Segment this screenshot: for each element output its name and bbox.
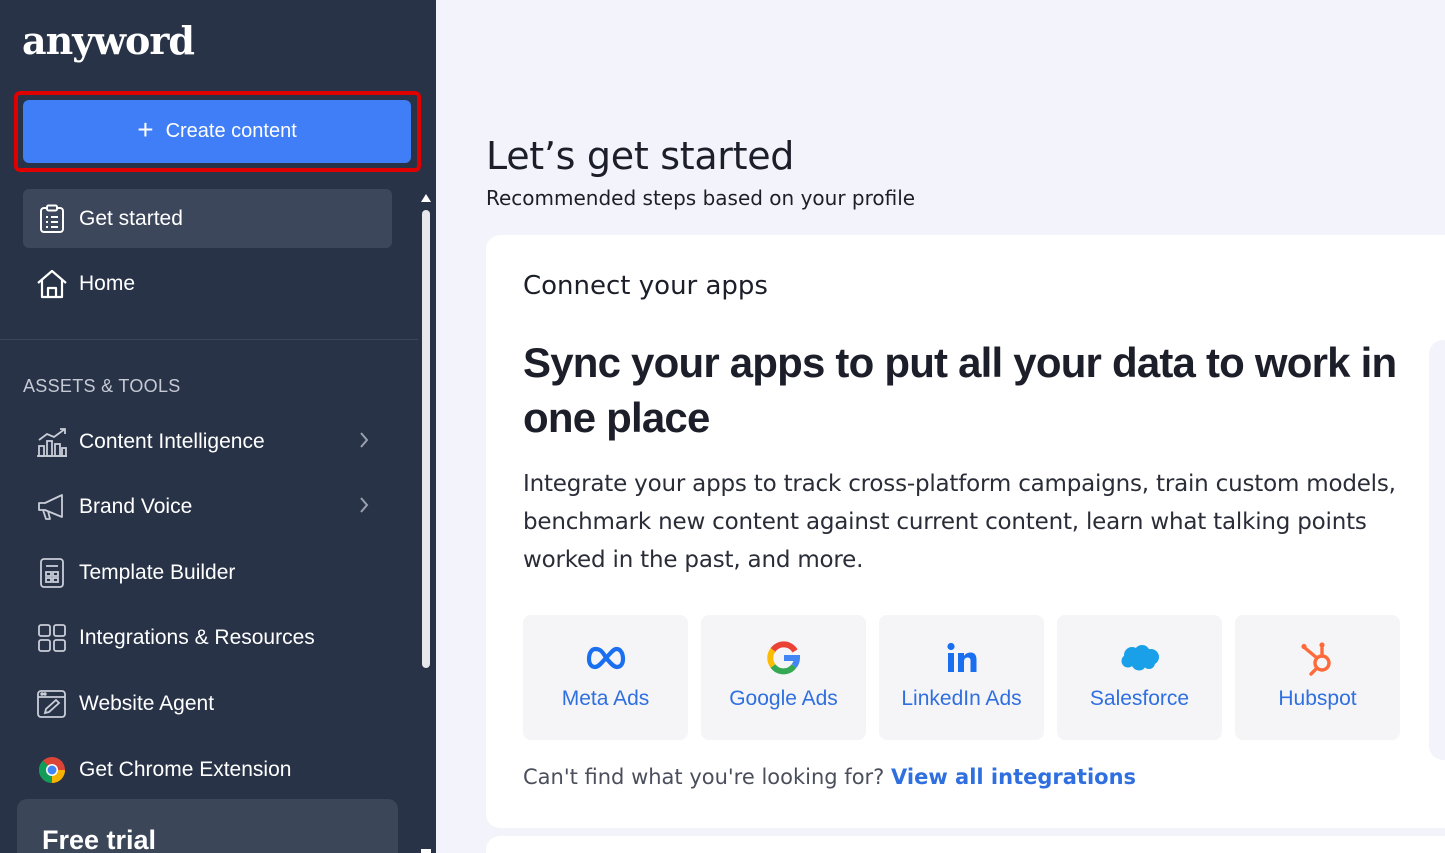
plus-icon: + (137, 114, 154, 145)
sidebar-item-home[interactable]: Home (23, 254, 392, 313)
clipboard-list-icon (35, 202, 69, 236)
app-name: Meta Ads (561, 687, 650, 710)
chrome-icon (35, 753, 69, 787)
sidebar-item-label: Content Intelligence (79, 429, 265, 453)
free-trial-title: Free trial (42, 825, 157, 853)
sidebar-item-website-agent[interactable]: Website Agent (23, 674, 392, 733)
megaphone-icon (35, 490, 69, 524)
sidebar-item-label: Get started (79, 206, 183, 230)
chart-icon (35, 425, 69, 459)
sidebar-divider (0, 339, 418, 340)
sidebar-item-content-intelligence[interactable]: Content Intelligence (23, 412, 392, 471)
sidebar-item-get-started[interactable]: Get started (23, 189, 392, 248)
sidebar-item-label: Home (79, 271, 136, 295)
sidebar-item-label: Get Chrome Extension (79, 757, 292, 781)
sidebar-scrollbar[interactable] (419, 194, 433, 853)
app-linkedin-ads[interactable]: LinkedIn Ads (879, 615, 1044, 740)
app-hubspot[interactable]: Hubspot (1235, 615, 1400, 740)
app-name: Salesforce (1089, 687, 1190, 710)
chevron-right-icon (358, 495, 370, 521)
scroll-thumb[interactable] (422, 210, 430, 668)
template-icon (35, 556, 69, 590)
sidebar-item-label: Integrations & Resources (79, 625, 315, 649)
page-subtitle: Recommended steps based on your profile (486, 186, 916, 210)
app-meta-ads[interactable]: Meta Ads (523, 615, 688, 740)
grid-icon (35, 621, 69, 655)
hubspot-icon (1300, 639, 1336, 677)
card-heading: Sync your apps to put all your data to w… (523, 339, 1397, 441)
sidebar-item-label: Brand Voice (79, 494, 193, 518)
sidebar-item-label: Website Agent (79, 691, 215, 715)
view-all-integrations-link[interactable]: View all integrations (891, 765, 1136, 789)
sidebar-item-brand-voice[interactable]: Brand Voice (23, 477, 392, 536)
home-icon (35, 267, 69, 301)
google-icon (766, 639, 801, 677)
scroll-up-arrow[interactable] (421, 194, 431, 202)
anyword-logo[interactable]: anyword (22, 18, 195, 63)
card-description: Integrate your apps to track cross-platf… (523, 471, 1396, 573)
section-label-assets-tools: ASSETS & TOOLS (23, 376, 181, 396)
app-google-ads[interactable]: Google Ads (701, 615, 866, 740)
integrations-footer: Can't find what you're looking for? View… (523, 765, 1136, 789)
sidebar-item-template-builder[interactable]: Template Builder (23, 543, 392, 602)
cant-find-text: Can't find what you're looking for? (523, 765, 885, 789)
chevron-right-icon (358, 430, 370, 456)
page-title: Let’s get started (486, 134, 795, 178)
free-trial-card: Free trial (17, 799, 398, 853)
linkedin-icon (946, 639, 978, 677)
browser-edit-icon (35, 687, 69, 721)
sidebar-item-integrations-resources[interactable]: Integrations & Resources (23, 608, 392, 667)
card-kicker: Connect your apps (523, 271, 768, 301)
app-name: Hubspot (1278, 687, 1357, 710)
app-integrations-list: Meta Ads Google Ads LinkedIn Ads Salesfo… (523, 615, 1400, 740)
create-content-button[interactable]: + Create content (23, 100, 411, 163)
create-content-label: Create content (165, 120, 297, 142)
connect-apps-card: Connect your apps Sync your apps to put … (486, 235, 1445, 828)
app-salesforce[interactable]: Salesforce (1057, 615, 1222, 740)
sidebar: anyword + Create content Get started Hom… (0, 0, 436, 853)
next-card-peek (1429, 340, 1445, 760)
meta-icon (586, 639, 626, 677)
scroll-down-arrow[interactable] (421, 849, 431, 853)
sidebar-item-chrome-extension[interactable]: Get Chrome Extension (23, 740, 392, 799)
sidebar-item-label: Template Builder (79, 560, 236, 584)
next-card (486, 836, 1445, 853)
app-name: Google Ads (729, 687, 838, 710)
app-name: LinkedIn Ads (901, 687, 1022, 710)
salesforce-icon (1120, 639, 1160, 677)
